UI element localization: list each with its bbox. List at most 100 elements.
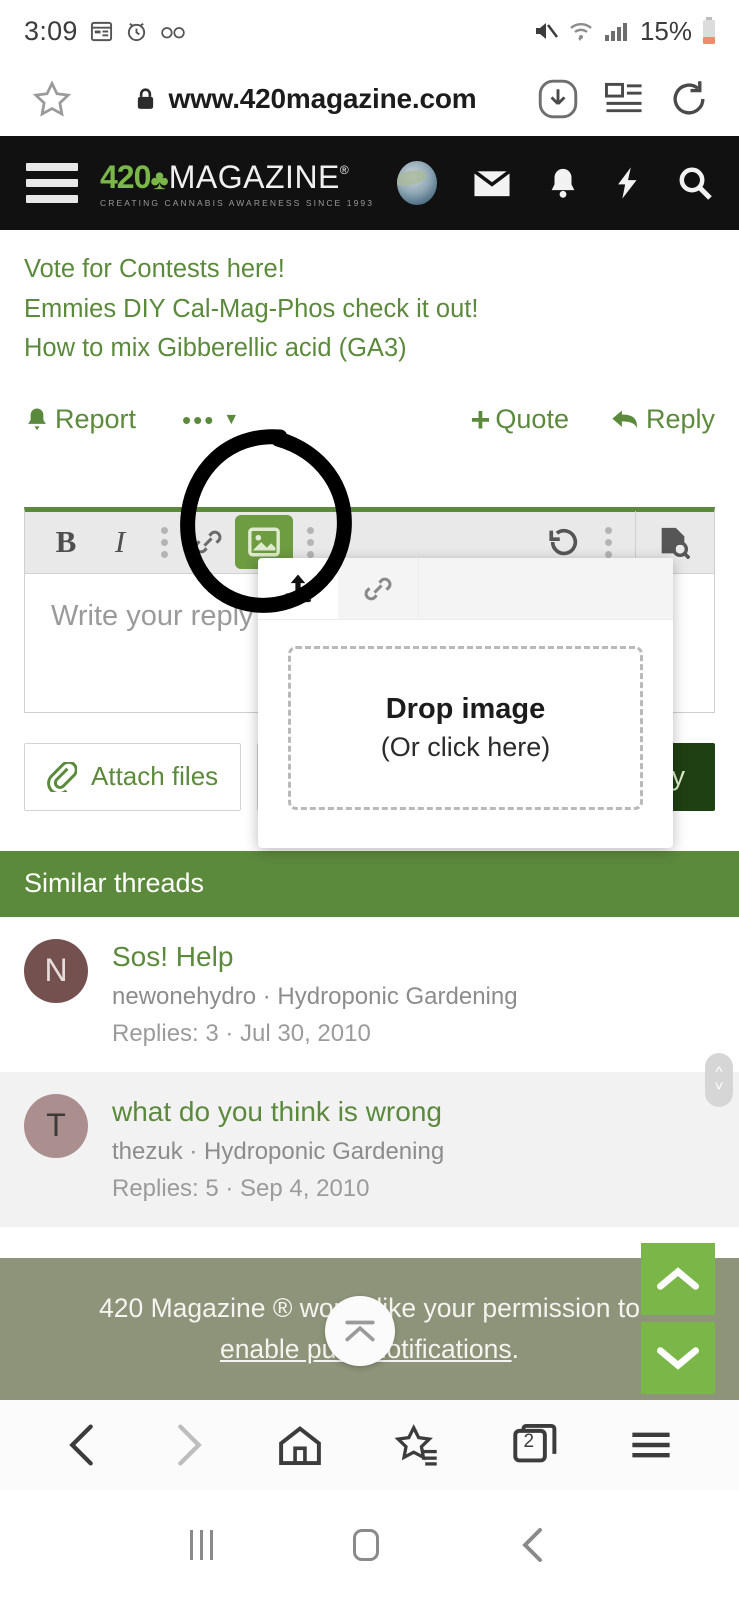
chevron-left-icon: [68, 1424, 93, 1466]
document-preview-icon: [661, 527, 690, 560]
reload-icon[interactable]: [669, 79, 709, 119]
reply-button[interactable]: Reply: [611, 404, 715, 435]
bookmark-star-icon[interactable]: [30, 77, 92, 121]
browser-menu-button[interactable]: [629, 1427, 673, 1463]
status-bar-clock: 3:09: [24, 15, 78, 46]
url-display[interactable]: www.420magazine.com: [92, 83, 519, 115]
nub-down-chevron: ˅: [714, 1078, 724, 1095]
hamburger-menu-icon: [632, 1432, 670, 1458]
avatar-letter: T: [46, 1107, 66, 1144]
android-status-bar: 3:09 15%: [0, 0, 739, 62]
italic-button[interactable]: I: [93, 516, 147, 568]
thread-replies: Replies: 3 · Jul 30, 2010: [112, 1019, 371, 1047]
thread-title[interactable]: Sos! Help: [112, 939, 518, 974]
scroll-to-top-button[interactable]: [325, 1296, 395, 1366]
signal-icon: [603, 19, 629, 43]
scroll-to-top-icon: [345, 1320, 375, 1342]
report-label: Report: [55, 404, 137, 435]
header-icon-group: [397, 161, 713, 205]
tabs-button[interactable]: 2: [512, 1422, 558, 1468]
avatar[interactable]: T: [24, 1093, 88, 1158]
voicemail-icon: [160, 21, 186, 41]
post-action-row: Report ••• ▼ + Quote Reply: [0, 369, 739, 443]
android-nav-bar: [0, 1490, 739, 1600]
search-icon[interactable]: [677, 165, 713, 201]
download-icon[interactable]: [537, 78, 579, 120]
logo-word: MAGAZINE: [168, 158, 340, 195]
thread-meta: newonehydro · Hydroponic Gardening: [112, 982, 518, 1010]
status-bar-right: 15%: [533, 0, 717, 62]
scroll-down-button[interactable]: [641, 1322, 715, 1394]
list-item[interactable]: N Sos! Help newonehydro · Hydroponic Gar…: [0, 916, 739, 1072]
signature-link[interactable]: Emmies DIY Cal-Mag-Phos check it out!: [24, 290, 715, 330]
link-button[interactable]: [181, 516, 235, 568]
signature-link[interactable]: Vote for Contests here!: [24, 250, 715, 290]
avatar[interactable]: [397, 161, 437, 205]
upload-icon: [284, 573, 312, 602]
chevron-down-icon: [657, 1347, 699, 1370]
browser-bottom-bar: 2: [0, 1400, 739, 1490]
alerts-bell-icon[interactable]: [547, 166, 579, 200]
report-bell-icon: [28, 408, 46, 430]
post-action-right: + Quote Reply: [470, 400, 715, 439]
thread-title[interactable]: what do you think is wrong: [112, 1094, 444, 1129]
image-dropzone[interactable]: Drop image (Or click here): [288, 646, 643, 810]
insert-image-popup: Drop image (Or click here): [258, 558, 673, 848]
inbox-envelope-icon[interactable]: [473, 168, 511, 198]
thread-meta: thezuk · Hydroponic Gardening: [112, 1137, 445, 1165]
scroll-up-button[interactable]: [641, 1243, 715, 1315]
wifi-icon: [568, 19, 594, 43]
scroll-nub-icon[interactable]: ^ ˅: [705, 1053, 733, 1107]
battery-icon: [701, 17, 717, 45]
thread-info: Sos! Help newonehydro · Hydroponic Garde…: [112, 939, 518, 1048]
insert-image-tabs: [258, 558, 673, 620]
attach-files-button[interactable]: Attach files: [24, 742, 242, 811]
tabs-filler: [418, 558, 673, 619]
avatar[interactable]: N: [24, 938, 88, 1003]
home-button[interactable]: [277, 1423, 323, 1467]
recents-button[interactable]: [190, 1530, 213, 1560]
plus-icon: +: [470, 400, 491, 439]
bold-button[interactable]: B: [39, 516, 93, 568]
tab-count-label: 2: [523, 1431, 535, 1452]
site-header: 420 ♣ MAGAZINE ® CREATING CANNABIS AWARE…: [0, 136, 739, 230]
attach-files-label: Attach files: [91, 761, 219, 792]
status-bar-left: 3:09: [24, 16, 186, 47]
push-text-after: .: [511, 1334, 520, 1364]
avatar-letter: N: [44, 952, 68, 989]
back-button[interactable]: [66, 1422, 100, 1468]
home-button[interactable]: [353, 1529, 379, 1561]
calendar-icon: [90, 20, 113, 43]
link-icon: [364, 577, 392, 600]
reader-view-icon[interactable]: [605, 81, 643, 117]
upload-tab[interactable]: [258, 558, 338, 619]
chevron-left-icon: [522, 1528, 542, 1562]
signature-link[interactable]: How to mix Gibberellic acid (GA3): [24, 329, 715, 369]
quote-button[interactable]: + Quote: [470, 400, 569, 439]
chevron-down-icon: ▼: [223, 410, 240, 428]
list-item[interactable]: T what do you think is wrong thezuk · Hy…: [0, 1071, 739, 1227]
url-tab[interactable]: [338, 558, 418, 619]
logo-number: 420: [100, 158, 151, 195]
mute-icon: [533, 19, 559, 43]
back-button[interactable]: [519, 1525, 549, 1565]
chevron-up-icon: [657, 1267, 699, 1290]
report-button[interactable]: Report: [24, 404, 136, 435]
undo-icon: [549, 528, 578, 556]
bookmarks-button[interactable]: [394, 1423, 440, 1467]
reply-label: Reply: [645, 404, 715, 435]
link-chain-icon: [194, 530, 222, 554]
whats-new-bolt-icon[interactable]: [615, 166, 641, 200]
similar-threads-heading: Similar threads: [0, 850, 739, 917]
browser-url-bar[interactable]: www.420magazine.com: [0, 62, 739, 136]
hamburger-menu-icon[interactable]: [26, 163, 78, 203]
submit-reply-visible-text: y: [671, 761, 686, 792]
forward-button: [171, 1422, 205, 1468]
thread-info: what do you think is wrong thezuk · Hydr…: [112, 1094, 444, 1203]
more-dots-icon[interactable]: [147, 516, 181, 568]
more-options-button[interactable]: ••• ▼: [182, 407, 239, 433]
reply-arrow-icon: [612, 410, 637, 428]
battery-percent-label: 15%: [639, 15, 692, 46]
site-logo[interactable]: 420 ♣ MAGAZINE ® CREATING CANNABIS AWARE…: [100, 159, 374, 208]
registered-mark: ®: [339, 162, 349, 177]
